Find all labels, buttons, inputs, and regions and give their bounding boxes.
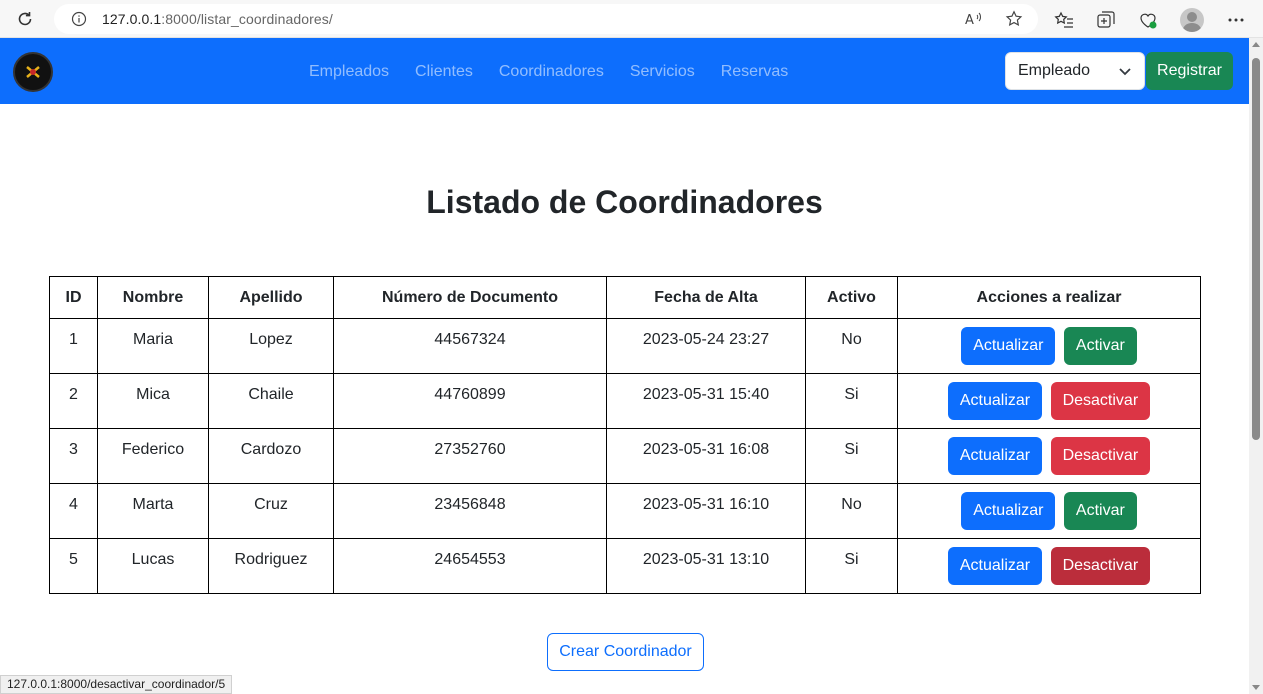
cell-activo: Si (805, 538, 898, 594)
table-header-row: ID Nombre Apellido Número de Documento F… (49, 276, 1201, 319)
cell-actions: Actualizar Desactivar (897, 373, 1201, 429)
cell-actions: Actualizar Desactivar (897, 538, 1201, 594)
cell-activo: Si (805, 373, 898, 429)
scroll-up-icon[interactable] (1252, 42, 1260, 47)
cell-actions: Actualizar Activar (897, 483, 1201, 539)
address-bar[interactable]: 127.0.0.1:8000/listar_coordinadores/ A (54, 4, 1038, 34)
cell-documento: 44567324 (333, 318, 607, 374)
chevron-down-icon (1118, 64, 1132, 83)
favorite-star-icon[interactable] (1004, 9, 1024, 29)
url-path: :8000/listar_coordinadores/ (161, 11, 333, 27)
nav-link-reservas[interactable]: Reservas (721, 63, 789, 81)
logo[interactable] (13, 52, 53, 92)
nav-link-coordinadores[interactable]: Coordinadores (499, 63, 604, 81)
svg-text:A: A (965, 13, 974, 27)
reload-icon[interactable] (14, 8, 36, 30)
cell-activo: Si (805, 428, 898, 484)
read-aloud-icon[interactable]: A (964, 9, 984, 29)
scroll-down-icon[interactable] (1252, 685, 1260, 690)
update-button[interactable]: Actualizar (947, 547, 1043, 585)
url-text: 127.0.0.1:8000/listar_coordinadores/ (102, 11, 333, 27)
role-select-value: Empleado (1018, 62, 1091, 79)
header-documento: Número de Documento (333, 276, 607, 319)
cell-fecha: 2023-05-31 16:08 (606, 428, 806, 484)
scrollbar[interactable] (1249, 38, 1263, 694)
favorites-list-icon[interactable] (1054, 10, 1074, 30)
site-info-icon[interactable] (70, 10, 88, 28)
activate-button[interactable]: Activar (1063, 327, 1137, 365)
cell-apellido: Lopez (208, 318, 334, 374)
header-activo: Activo (805, 276, 898, 319)
role-select[interactable]: Empleado (1005, 52, 1145, 90)
table-row: 4 Marta Cruz 23456848 2023-05-31 16:10 N… (49, 483, 1201, 539)
header-apellido: Apellido (208, 276, 334, 319)
page-title: Listado de Coordinadores (426, 184, 823, 220)
cell-documento: 27352760 (333, 428, 607, 484)
nav-link-empleados[interactable]: Empleados (309, 63, 389, 81)
update-button[interactable]: Actualizar (961, 492, 1056, 530)
cell-id: 3 (49, 428, 98, 484)
cell-fecha: 2023-05-31 13:10 (606, 538, 806, 594)
cell-nombre: Maria (97, 318, 209, 374)
browser-essentials-icon[interactable] (1138, 10, 1158, 30)
cell-documento: 24654553 (333, 538, 607, 594)
cell-apellido: Rodriguez (208, 538, 334, 594)
nav-links: Empleados Clientes Coordinadores Servici… (309, 63, 814, 81)
header-nombre: Nombre (97, 276, 209, 319)
cell-id: 1 (49, 318, 98, 374)
create-coordinator-button[interactable]: Crear Coordinador (547, 633, 704, 671)
cell-nombre: Lucas (97, 538, 209, 594)
cell-fecha: 2023-05-24 23:27 (606, 318, 806, 374)
nav-link-clientes[interactable]: Clientes (415, 63, 473, 81)
update-button[interactable]: Actualizar (947, 437, 1043, 475)
cell-id: 5 (49, 538, 98, 594)
cell-fecha: 2023-05-31 16:10 (606, 483, 806, 539)
cell-id: 4 (49, 483, 98, 539)
browser-toolbar: 127.0.0.1:8000/listar_coordinadores/ A (0, 0, 1263, 38)
cell-apellido: Chaile (208, 373, 334, 429)
cell-apellido: Cardozo (208, 428, 334, 484)
cell-apellido: Cruz (208, 483, 334, 539)
scrollbar-thumb[interactable] (1252, 58, 1260, 440)
table-row: 2 Mica Chaile 44760899 2023-05-31 15:40 … (49, 373, 1201, 429)
cell-actions: Actualizar Activar (897, 318, 1201, 374)
cell-activo: No (805, 483, 898, 539)
deactivate-button[interactable]: Desactivar (1050, 547, 1151, 585)
coordinators-table: ID Nombre Apellido Número de Documento F… (49, 276, 1201, 594)
table-row: 1 Maria Lopez 44567324 2023-05-24 23:27 … (49, 318, 1201, 374)
header-fecha: Fecha de Alta (606, 276, 806, 319)
header-acciones: Acciones a realizar (897, 276, 1201, 319)
register-button[interactable]: Registrar (1146, 52, 1233, 90)
cell-actions: Actualizar Desactivar (897, 428, 1201, 484)
cell-id: 2 (49, 373, 98, 429)
status-bar-link-preview: 127.0.0.1:8000/desactivar_coordinador/5 (0, 675, 233, 694)
activate-button[interactable]: Activar (1063, 492, 1137, 530)
profile-avatar[interactable] (1180, 8, 1204, 32)
nav-link-servicios[interactable]: Servicios (630, 63, 695, 81)
more-options-icon[interactable] (1226, 10, 1246, 30)
header-id: ID (49, 276, 98, 319)
deactivate-button[interactable]: Desactivar (1050, 382, 1151, 420)
cell-activo: No (805, 318, 898, 374)
cell-documento: 23456848 (333, 483, 607, 539)
deactivate-button[interactable]: Desactivar (1050, 437, 1151, 475)
navbar: Empleados Clientes Coordinadores Servici… (0, 38, 1249, 104)
collections-icon[interactable] (1096, 10, 1116, 30)
cell-nombre: Marta (97, 483, 209, 539)
update-button[interactable]: Actualizar (961, 327, 1056, 365)
table-row: 5 Lucas Rodriguez 24654553 2023-05-31 13… (49, 538, 1201, 594)
cell-nombre: Mica (97, 373, 209, 429)
cell-nombre: Federico (97, 428, 209, 484)
cell-documento: 44760899 (333, 373, 607, 429)
update-button[interactable]: Actualizar (947, 382, 1043, 420)
cell-fecha: 2023-05-31 15:40 (606, 373, 806, 429)
table-row: 3 Federico Cardozo 27352760 2023-05-31 1… (49, 428, 1201, 484)
url-host: 127.0.0.1 (102, 11, 162, 27)
